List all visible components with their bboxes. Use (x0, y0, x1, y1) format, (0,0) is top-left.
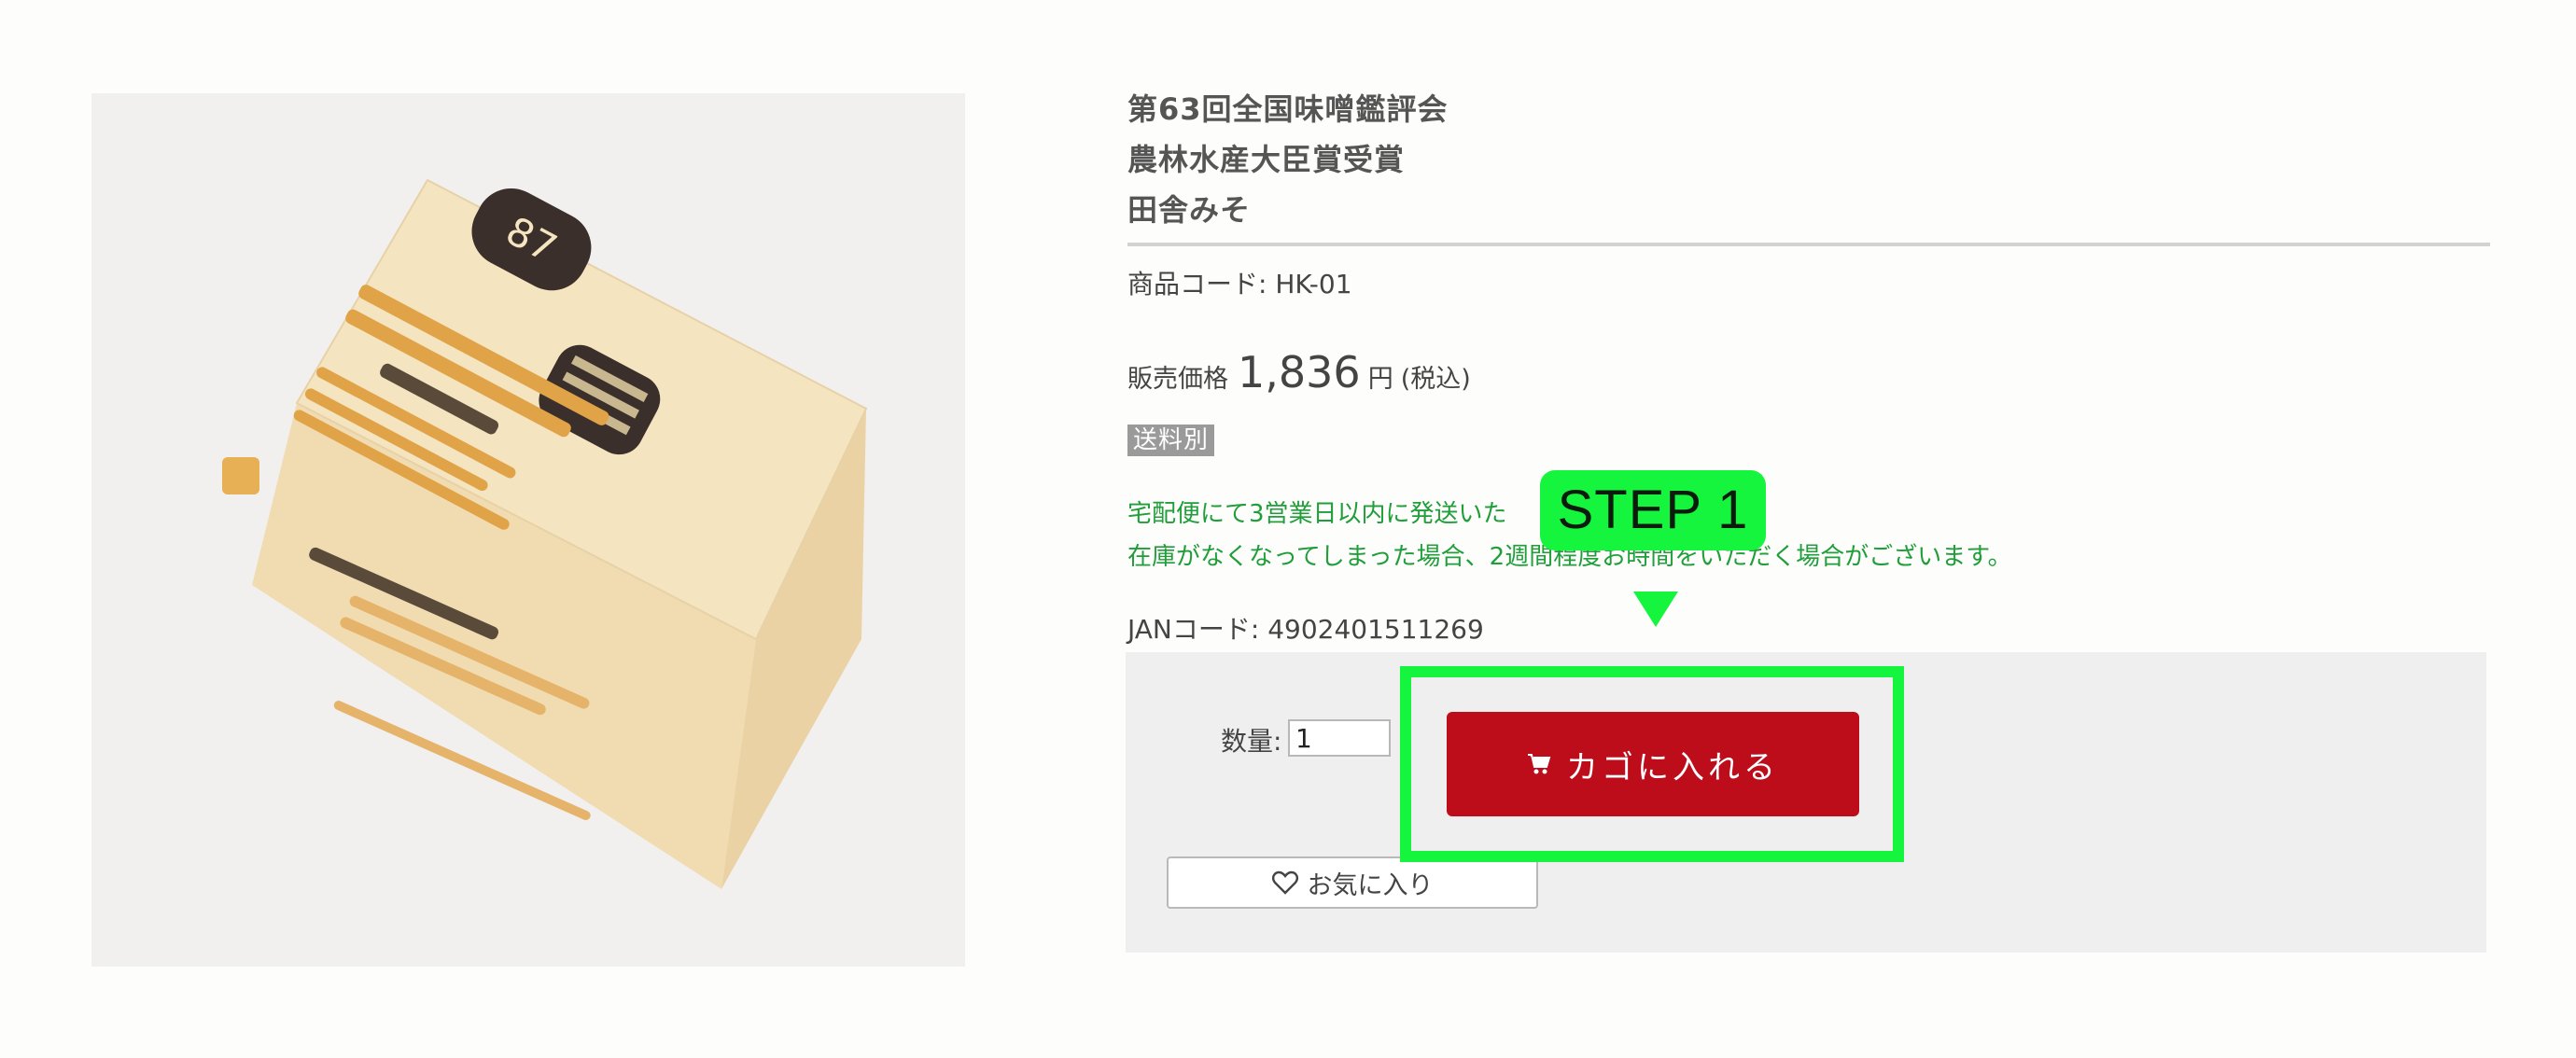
step-badge: STEP 1 (1540, 470, 1766, 550)
shipping-badge: 送料別 (1127, 425, 1215, 456)
product-title-line-1: 第63回全国味噌鑑評会 (1127, 91, 1449, 127)
heart-icon (1271, 870, 1298, 895)
step-highlight-box (1400, 666, 1904, 862)
favorite-label: お気に入り (1307, 870, 1434, 900)
title-divider (1127, 243, 2490, 246)
jan-code: JANコード: 4902401511269 (1127, 614, 1484, 645)
price-label: 販売価格 (1127, 365, 1228, 394)
step-arrow-icon (1633, 592, 1678, 627)
price-row: 販売価格 1,836 円 (税込) (1127, 347, 1471, 397)
product-title: 第63回全国味噌鑑評会 農林水産大臣賞受賞 田舎みそ (1127, 84, 2490, 235)
quantity-label: 数量: (1221, 726, 1282, 757)
product-code: 商品コード: HK-01 (1127, 269, 1352, 299)
price-tax-note: (税込) (1400, 365, 1471, 394)
price-unit: 円 (1367, 365, 1393, 394)
product-title-line-2: 農林水産大臣賞受賞 (1127, 142, 1406, 177)
product-box-illustration: 87 (222, 178, 868, 889)
price-amount: 1,836 (1238, 347, 1361, 397)
quantity-input[interactable] (1288, 719, 1391, 757)
favorite-button[interactable]: お気に入り (1167, 856, 1538, 909)
product-title-line-3: 田舎みそ (1127, 192, 1252, 228)
product-image: 87 (91, 93, 965, 967)
